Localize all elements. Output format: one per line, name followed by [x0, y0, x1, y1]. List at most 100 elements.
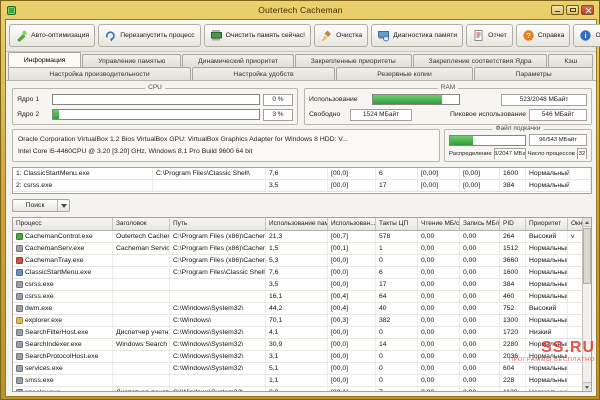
button-label: Справка [537, 32, 565, 39]
auto-optimize-button[interactable]: Авто-оптимизация [9, 24, 96, 47]
tab-parameters[interactable]: Параметры [474, 67, 594, 80]
button-label: Отчет [488, 32, 507, 39]
scrollbar-thumb[interactable] [583, 228, 591, 284]
scroll-up-button[interactable] [583, 218, 591, 227]
core2-label: Ядро 2 [17, 111, 40, 118]
column-header-memory-usage[interactable]: Использование пам... [266, 218, 328, 230]
process-row[interactable]: SearchIndexer.exe Windows Search C:\Window… [13, 339, 584, 351]
ram-usage-value: 523/2048 МБайт [501, 93, 587, 106]
cell-pid: 264 [500, 231, 526, 242]
window-body: Авто-оптимизация Перезапустить процесс О… [5, 19, 600, 397]
process-row[interactable]: CachemanServ.exe Cacheman Service C:\Progr… [13, 243, 584, 255]
column-header-read-mbs[interactable]: Чтение МБ/с [418, 218, 460, 230]
cell-path: C:\Program Files (x86)\Cacheman\ [170, 243, 266, 254]
process-name: services.exe [25, 365, 63, 372]
cleanup-button[interactable]: Очистка [314, 24, 369, 47]
minimize-button[interactable] [551, 5, 564, 15]
search-dropdown-arrow[interactable] [58, 203, 69, 208]
column-header-priority[interactable]: Приоритет [526, 218, 568, 230]
scroll-down-button[interactable] [583, 382, 591, 391]
report-icon [474, 30, 483, 41]
tab-dynamic-priority[interactable]: Динамический приоритет [182, 54, 294, 67]
column-header-path[interactable]: Путь [170, 218, 266, 230]
search-button[interactable]: Поиск [12, 199, 70, 212]
column-header-process[interactable]: Процесс [13, 218, 113, 230]
report-button[interactable]: Отчет [466, 24, 513, 47]
column-header-cpu-usage[interactable]: Использован... [328, 218, 376, 230]
cell-read: 0,00 [418, 363, 460, 374]
svg-text:?: ? [526, 31, 531, 40]
process-row[interactable]: explorer.exe C:\Windows\ 70,1 [00,3] 382 0,00… [13, 315, 584, 327]
close-button[interactable] [581, 5, 594, 15]
pinned-row[interactable]: 1: ClassicStartMenu.exe C:\Program Files\… [13, 168, 591, 180]
cell-title: Диспетчер печати [113, 387, 170, 391]
cell-cpu: [00,0] [328, 267, 376, 278]
cell-priority: Нормальный [526, 180, 570, 191]
cell-write: 0,00 [460, 303, 500, 314]
search-button-label: Поиск [25, 202, 45, 209]
clean-memory-now-button[interactable]: Очистить память сейчас! [203, 24, 312, 47]
tab-pinned-priorities[interactable]: Закрепленные приоритеты [294, 54, 412, 67]
svg-text:i: i [585, 31, 587, 40]
about-button[interactable]: i О программе [573, 24, 600, 47]
tab-convenience-settings[interactable]: Настройка удобств [192, 67, 335, 80]
cell-cycles: 382 [376, 315, 418, 326]
cell-title [113, 375, 170, 386]
tab-performance-settings[interactable]: Настройка производительности [8, 67, 192, 80]
cell-filler [570, 180, 591, 191]
process-row[interactable]: spoolsv.exe Диспетчер печатиC:\Windows\Sy… [13, 387, 584, 391]
restart-process-button[interactable]: Перезапустить процесс [98, 24, 201, 47]
cell-name: csrss.exe [13, 291, 113, 302]
table-scrollbar[interactable] [582, 218, 591, 391]
cell-name: explorer.exe [13, 315, 113, 326]
ram-free-label: Свободно [309, 111, 341, 118]
pinned-row[interactable]: 2: csrss.exe 3,5 [00,0] 17 [0,00] [0,00] 384 Но… [13, 180, 591, 192]
titlebar[interactable]: Outertech Cacheman [7, 3, 594, 17]
process-row[interactable]: CachemanControl.exe Outertech CachemanC:\… [13, 231, 584, 243]
cell-title [113, 291, 170, 302]
process-row[interactable]: SearchProtocolHost.exe C:\Windows\System3… [13, 351, 584, 363]
process-row[interactable]: dwm.exe C:\Windows\System32\ 44,2 [00,4] 40 0… [13, 303, 584, 315]
cell-path: C:\Windows\System32\ [170, 303, 266, 314]
process-row[interactable]: CachemanTray.exe C:\Program Files (x86)\C… [13, 255, 584, 267]
process-icon [16, 293, 23, 300]
cell-cycles: 14 [376, 339, 418, 350]
column-header-title[interactable]: Заголовок [113, 218, 170, 230]
cell-name: 2: csrss.exe [13, 180, 153, 191]
tab-information[interactable]: Информация [8, 52, 82, 67]
cell-read: 0,00 [418, 303, 460, 314]
cell-name: ClassicStartMenu.exe [13, 267, 113, 278]
cell-path: C:\Program Files\Classic Shell\ [170, 267, 266, 278]
tab-backups[interactable]: Резервные копии [335, 67, 474, 80]
cell-pid: 2036 [500, 351, 526, 362]
process-name: spoolsv.exe [25, 387, 60, 391]
process-icon [16, 389, 23, 391]
process-row[interactable]: csrss.exe 16,1 [00,4] 64 0,00 0,00 460 Нормальн… [13, 291, 584, 303]
maximize-button[interactable] [566, 5, 579, 15]
cell-mem: 7,6 [266, 168, 328, 179]
process-table: Процесс Заголовок Путь Использование пам… [12, 217, 592, 392]
process-icon [16, 317, 23, 324]
cell-path: C:\Windows\System32\ [170, 327, 266, 338]
tab-core-affinity[interactable]: Закрепление соответствия Ядра [412, 54, 548, 67]
process-row[interactable]: csrss.exe 3,5 [00,0] 17 0,00 0,00 384 Нормальны… [13, 279, 584, 291]
cell-title: Диспетчер учетных записей [113, 327, 170, 338]
column-header-pid[interactable]: PID [500, 218, 526, 230]
window-controls [551, 5, 594, 15]
column-header-write-mbs[interactable]: Запись МБ/с [460, 218, 500, 230]
cell-write: 0,00 [460, 363, 500, 374]
process-row[interactable]: smss.exe 1,1 [00,0] 0 0,00 0,00 228 Нормальный [13, 375, 584, 387]
tab-memory-management[interactable]: Управление памятью [82, 54, 182, 67]
cell-read: 0,00 [418, 255, 460, 266]
memory-diagnostics-button[interactable]: Диагностика памяти [371, 24, 464, 47]
cell-title [113, 351, 170, 362]
cell-priority: Нормальный [526, 363, 568, 374]
cell-write: 0,00 [460, 387, 500, 391]
process-row[interactable]: services.exe C:\Windows\System32\ 5,1 [00,0… [13, 363, 584, 375]
help-button[interactable]: ? Справка [515, 24, 571, 47]
process-row[interactable]: SearchFilterHost.exe Диспетчер учетных за… [13, 327, 584, 339]
cell-cycles: 0 [376, 255, 418, 266]
tab-cache[interactable]: Кэш [548, 54, 594, 67]
process-row[interactable]: ClassicStartMenu.exe C:\Program Files\Cla… [13, 267, 584, 279]
column-header-cpu-cycles[interactable]: Такты ЦП [376, 218, 418, 230]
